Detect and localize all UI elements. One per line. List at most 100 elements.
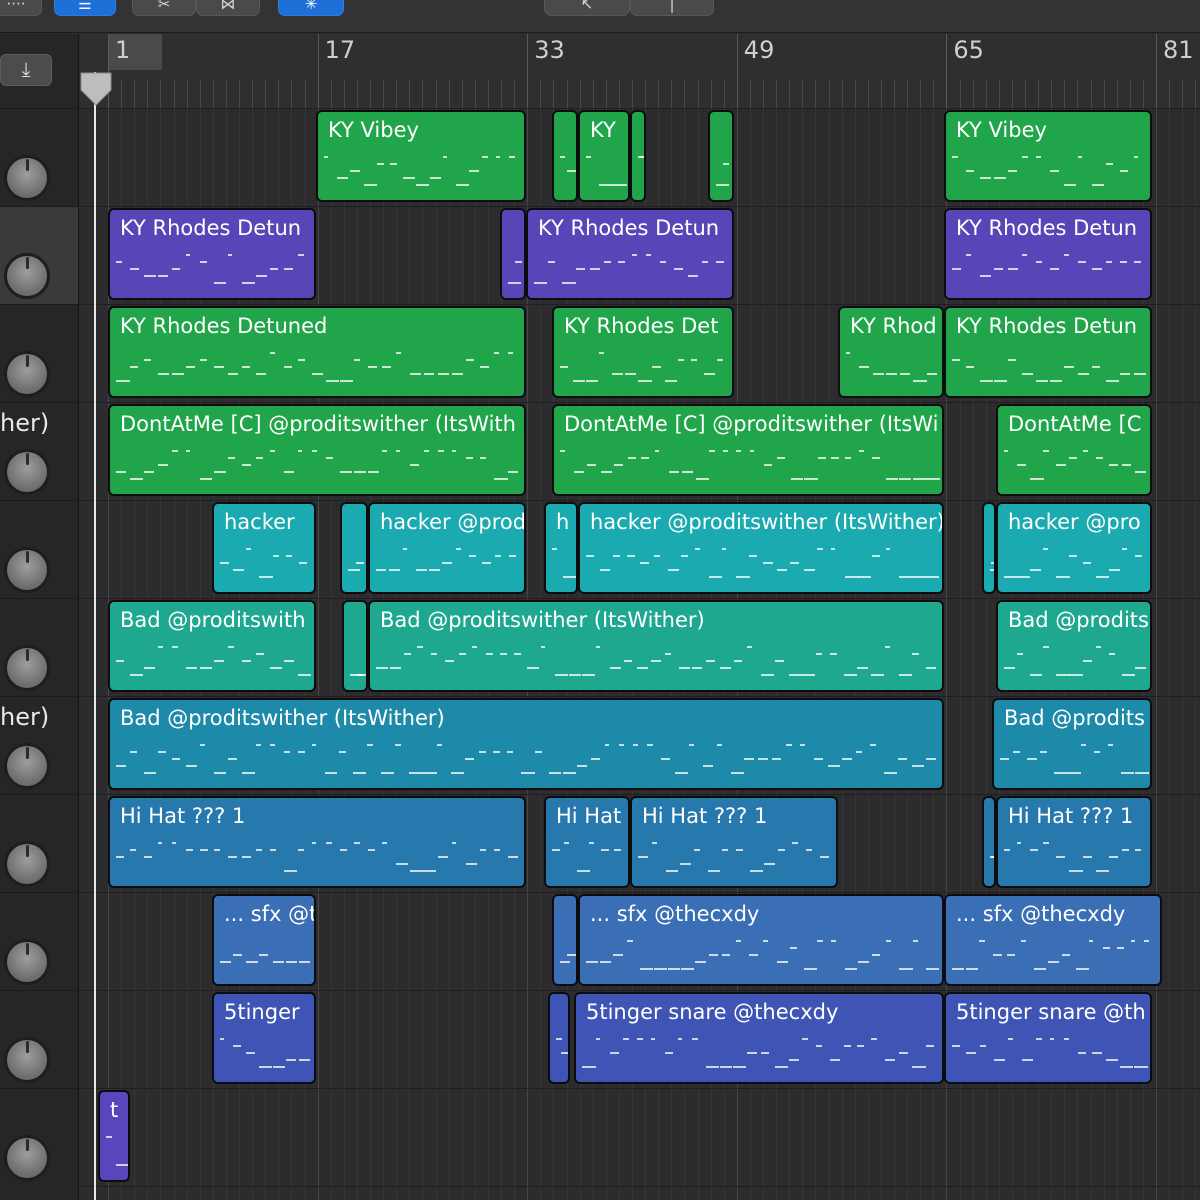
volume-knob[interactable] — [4, 743, 50, 789]
region[interactable]: Hi Hat ??? 1 — [996, 796, 1152, 888]
region[interactable] — [552, 110, 578, 202]
volume-knob[interactable] — [4, 645, 50, 691]
region[interactable] — [548, 992, 570, 1084]
region[interactable]: hacker @proditswither (ItsWither) — [578, 502, 944, 594]
volume-knob[interactable] — [4, 253, 50, 299]
region[interactable]: Bad @proditswither (ItsWither) — [368, 600, 944, 692]
region-name: ... sfx @thecxdy — [956, 902, 1126, 926]
midi-notes-preview — [560, 936, 576, 976]
volume-knob[interactable] — [4, 939, 50, 985]
ruler-tick — [645, 80, 647, 108]
volume-knob[interactable] — [4, 449, 50, 495]
region[interactable]: hacker @pro — [996, 502, 1152, 594]
track-header[interactable] — [0, 1088, 78, 1186]
volume-knob[interactable] — [4, 841, 50, 887]
region[interactable] — [982, 796, 996, 888]
region[interactable] — [500, 208, 526, 300]
ruler-bar-number: 49 — [743, 36, 775, 64]
ruler-tick — [225, 80, 227, 108]
track-header[interactable] — [0, 794, 78, 892]
region[interactable]: 5tinger — [212, 992, 316, 1084]
region[interactable]: hacker @prod — [368, 502, 526, 594]
ruler-tick — [815, 80, 817, 108]
region[interactable] — [342, 600, 368, 692]
region[interactable] — [708, 110, 734, 202]
bowtie-tool-button[interactable]: ⋈ — [196, 0, 260, 16]
volume-knob[interactable] — [4, 1037, 50, 1083]
region[interactable] — [630, 110, 646, 202]
import-button[interactable]: ⤓ — [0, 54, 52, 86]
region[interactable]: Hi Hat — [544, 796, 630, 888]
region[interactable]: Bad @prodits — [992, 698, 1152, 790]
region[interactable]: h — [544, 502, 578, 594]
region[interactable]: DontAtMe [C] @proditswither (ItsWith — [108, 404, 526, 496]
region[interactable]: KY Rhodes Detun — [944, 306, 1152, 398]
playhead-line[interactable] — [94, 72, 96, 1200]
track-header[interactable] — [0, 500, 78, 598]
region[interactable]: t — [98, 1090, 130, 1182]
track-header[interactable]: her) — [0, 696, 78, 794]
region[interactable]: ... sfx @thecxdy — [578, 894, 944, 986]
region[interactable]: KY Rhodes Detun — [108, 208, 316, 300]
region[interactable]: DontAtMe [C — [996, 404, 1152, 496]
region[interactable] — [552, 894, 578, 986]
region[interactable]: ... sfx @thecxdy — [944, 894, 1162, 986]
region[interactable]: 5tinger snare @th — [944, 992, 1152, 1084]
region-name: hacker @prod — [380, 510, 526, 534]
midi-notes-preview — [116, 446, 519, 486]
ruler-bar-line — [317, 34, 319, 108]
midi-notes-preview — [1004, 446, 1146, 486]
region[interactable]: KY Rhodes Detun — [526, 208, 734, 300]
region[interactable]: 5tinger snare @thecxdy — [574, 992, 944, 1084]
midi-notes-preview — [106, 1132, 128, 1172]
region[interactable]: KY — [578, 110, 630, 202]
snap-button[interactable]: ✳ — [278, 0, 344, 16]
region[interactable]: DontAtMe [C] @proditswither (ItsWi — [552, 404, 944, 496]
region[interactable]: Bad @proditswither (ItsWither) — [108, 698, 944, 790]
ruler-tick — [789, 80, 791, 108]
region[interactable] — [982, 502, 996, 594]
region-name: Bad @prodits — [1004, 706, 1145, 730]
track-header[interactable] — [0, 108, 78, 206]
region[interactable]: KY Vibey — [316, 110, 526, 202]
track-name: her) — [0, 409, 50, 437]
snap-icon: ✳ — [304, 0, 318, 13]
region[interactable]: Bad @proditswith — [108, 600, 316, 692]
volume-knob[interactable] — [4, 351, 50, 397]
region[interactable]: KY Rhodes Detun — [944, 208, 1152, 300]
grid-view-button[interactable]: ···· — [0, 0, 42, 16]
volume-knob[interactable] — [4, 1135, 50, 1181]
region[interactable] — [340, 502, 368, 594]
bar-ruler[interactable]: 1 17 33 49 65 81 — [80, 34, 1200, 109]
track-header[interactable] — [0, 304, 78, 402]
region[interactable]: Bad @prodits — [996, 600, 1152, 692]
region[interactable]: KY Rhodes Det — [552, 306, 734, 398]
tracks-area[interactable]: KY Vibey KY KY Vibey KY Rhodes Detun KY Rhod… — [80, 108, 1200, 1200]
track-header[interactable] — [0, 598, 78, 696]
region[interactable]: Hi Hat ??? 1 — [630, 796, 838, 888]
ruler-tick — [1182, 80, 1184, 108]
region-name: hacker — [224, 510, 295, 534]
pointer-tool-button[interactable]: ↖ — [544, 0, 630, 16]
volume-knob[interactable] — [4, 547, 50, 593]
midi-notes-preview — [376, 642, 937, 682]
region[interactable]: KY Rhod — [838, 306, 944, 398]
playhead-handle-icon[interactable] — [80, 72, 112, 106]
region[interactable]: Hi Hat ??? 1 — [108, 796, 526, 888]
midi-notes-preview — [1004, 544, 1144, 584]
volume-knob[interactable] — [4, 155, 50, 201]
region[interactable]: KY Vibey — [944, 110, 1152, 202]
pencil-tool-button[interactable]: | — [630, 0, 714, 16]
region[interactable]: KY Rhodes Detuned — [108, 306, 526, 398]
track-header[interactable] — [0, 206, 78, 304]
track-header[interactable] — [0, 892, 78, 990]
track-header[interactable] — [0, 990, 78, 1088]
region[interactable]: hacker — [212, 502, 316, 594]
region-name: KY Rhodes Detun — [120, 216, 302, 240]
scissors-tool-button[interactable]: ✂ — [132, 0, 196, 16]
track-row-separator — [80, 1088, 1200, 1089]
region[interactable]: ... sfx @t — [212, 894, 316, 986]
list-view-button[interactable]: ☰ — [54, 0, 116, 16]
track-header[interactable]: her) — [0, 402, 78, 500]
ruler-tick — [1116, 80, 1118, 108]
